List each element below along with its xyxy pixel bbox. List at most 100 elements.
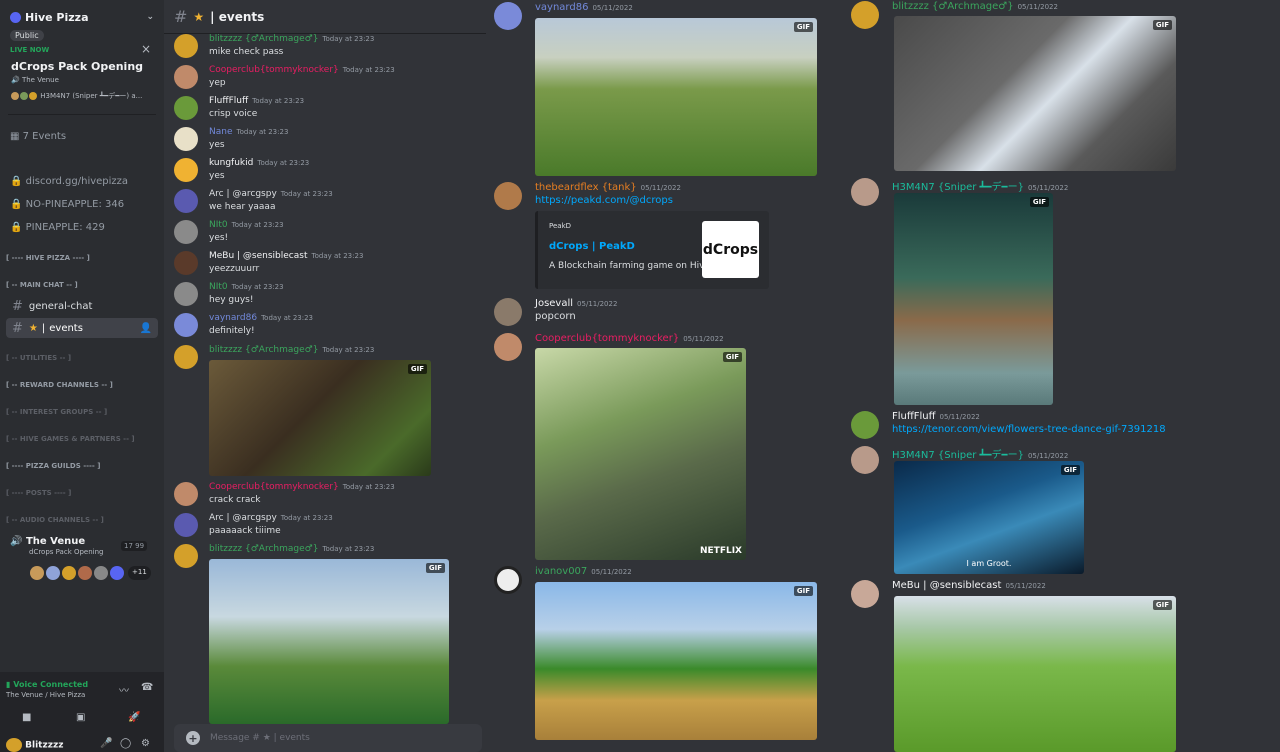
channel-invite[interactable]: 🔒 discord.gg/hivepizza: [10, 176, 128, 187]
avatar[interactable]: [851, 580, 879, 608]
channel-general-chat[interactable]: # general-chat: [6, 296, 158, 316]
gif-image[interactable]: GIF: [894, 16, 1176, 171]
current-username[interactable]: Blitzzzz: [6, 738, 63, 752]
avatar[interactable]: [174, 34, 198, 58]
activity-icon[interactable]: 🚀: [128, 712, 140, 723]
mute-icon[interactable]: 🎤: [100, 738, 112, 749]
message-author[interactable]: thebeardflex {tank} 05/11/2022: [535, 182, 681, 193]
gif-image[interactable]: GIF: [209, 360, 431, 476]
avatar[interactable]: [174, 189, 198, 213]
gif-image[interactable]: GIF: [535, 582, 817, 740]
avatar[interactable]: [174, 282, 198, 306]
avatar[interactable]: [494, 298, 522, 326]
screen-share-icon[interactable]: ▣: [76, 712, 85, 723]
gear-icon[interactable]: ⚙: [141, 738, 150, 749]
category-utilities[interactable]: [ -- UTILITIES -- ]: [6, 354, 71, 362]
avatar[interactable]: [174, 65, 198, 89]
avatar[interactable]: [494, 333, 522, 361]
message-author[interactable]: MeBu | @sensiblecast 05/11/2022: [892, 580, 1046, 591]
message-author[interactable]: Arc | @arcgspy Today at 23:23: [209, 189, 333, 199]
gif-image[interactable]: GIF: [894, 193, 1053, 405]
avatar[interactable]: [30, 566, 44, 580]
message-author[interactable]: FluffFluff Today at 23:23: [209, 96, 304, 106]
server-header[interactable]: Hive Pizza ⌄: [0, 0, 164, 34]
message-author[interactable]: blitzzzz {♂Archmage♂} Today at 23:23: [209, 345, 374, 355]
message-author[interactable]: Nane Today at 23:23: [209, 127, 288, 137]
add-member-icon[interactable]: 👤: [140, 323, 152, 334]
message-author[interactable]: vaynard86 05/11/2022: [535, 2, 633, 13]
avatar[interactable]: [110, 566, 124, 580]
noise-suppression-icon[interactable]: 〰: [119, 682, 129, 697]
message-link[interactable]: https://tenor.com/view/flowers-tree-danc…: [892, 424, 1166, 435]
channel-pineapple[interactable]: 🔒 PINEAPPLE: 429: [10, 222, 105, 233]
avatar[interactable]: [851, 411, 879, 439]
avatar[interactable]: [174, 513, 198, 537]
avatar[interactable]: [851, 446, 879, 474]
category-main-chat[interactable]: [ -- MAIN CHAT -- ]: [6, 281, 78, 289]
category-hive-pizza[interactable]: [ ---- HIVE PIZZA ---- ]: [6, 254, 90, 262]
avatar[interactable]: [494, 566, 522, 594]
avatar[interactable]: [46, 566, 60, 580]
message-author[interactable]: Cooperclub{tommyknocker} Today at 23:23: [209, 482, 395, 492]
avatar[interactable]: [494, 182, 522, 210]
channel-no-pineapple[interactable]: 🔒 NO-PINEAPPLE: 346: [10, 199, 124, 210]
avatar[interactable]: [174, 251, 198, 275]
category-audio-channels[interactable]: [ -- AUDIO CHANNELS -- ]: [6, 516, 104, 524]
message-author[interactable]: NIt0 Today at 23:23: [209, 220, 284, 230]
message-author[interactable]: H3M4N7 {Sniper ┻━デ━ー} 05/11/2022: [892, 446, 1068, 461]
message-author[interactable]: blitzzzz {♂Archmage♂} 05/11/2022: [892, 1, 1058, 12]
avatar[interactable]: [851, 178, 879, 206]
message-author[interactable]: H3M4N7 {Sniper ┻━デ━ー} 05/11/2022: [892, 178, 1068, 193]
message-author[interactable]: Arc | @arcgspy Today at 23:23: [209, 513, 333, 523]
message-link[interactable]: https://peakd.com/@dcrops: [535, 195, 673, 206]
add-attachment-icon[interactable]: +: [186, 731, 200, 745]
gif-image[interactable]: GIF: [535, 18, 817, 176]
channel-events[interactable]: # ★ | events 👤: [6, 318, 158, 338]
category-interest-groups[interactable]: [ -- INTEREST GROUPS -- ]: [6, 408, 107, 416]
message-author[interactable]: vaynard86 Today at 23:23: [209, 313, 313, 323]
embed-title[interactable]: dCrops | PeakD: [549, 241, 635, 252]
event-title[interactable]: dCrops Pack Opening: [11, 60, 143, 73]
category-pizza-guilds[interactable]: [ ---- PIZZA GUILDS ---- ]: [6, 462, 100, 470]
avatar[interactable]: [174, 313, 198, 337]
close-icon[interactable]: ×: [141, 42, 151, 56]
avatar[interactable]: [62, 566, 76, 580]
gif-image[interactable]: GIF I am Groot.: [894, 461, 1084, 574]
message-author[interactable]: NIt0 Today at 23:23: [209, 282, 284, 292]
message-author[interactable]: Josevall 05/11/2022: [535, 298, 617, 309]
avatar[interactable]: [94, 566, 108, 580]
avatar[interactable]: [174, 158, 198, 182]
embed-thumbnail[interactable]: dCrops: [702, 221, 759, 278]
message-author[interactable]: kungfukid Today at 23:23: [209, 158, 309, 168]
avatar[interactable]: [78, 566, 92, 580]
avatar[interactable]: [174, 544, 198, 568]
avatar[interactable]: [174, 127, 198, 151]
gif-image[interactable]: GIF: [894, 596, 1176, 752]
message-author[interactable]: ivanov007 05/11/2022: [535, 566, 632, 577]
message-author[interactable]: MeBu | @sensiblecast Today at 23:23: [209, 251, 363, 261]
link-embed: PeakD dCrops | PeakD A Blockchain farming …: [535, 211, 769, 289]
category-hive-games[interactable]: [ -- HIVE GAMES & PARTNERS -- ]: [6, 435, 135, 443]
message-author[interactable]: Cooperclub{tommyknocker} Today at 23:23: [209, 65, 395, 75]
voice-channel[interactable]: 🔊 The Venue: [10, 536, 85, 547]
message-input[interactable]: + Message # ★ | events: [174, 724, 482, 752]
message-author[interactable]: blitzzzz {♂Archmage♂} Today at 23:23: [209, 544, 374, 554]
chevron-down-icon[interactable]: ⌄: [146, 12, 154, 22]
category-posts[interactable]: [ ---- POSTS ---- ]: [6, 489, 71, 497]
disconnect-icon[interactable]: ☎: [141, 682, 153, 693]
avatar[interactable]: [174, 96, 198, 120]
avatar[interactable]: [851, 1, 879, 29]
avatar[interactable]: [174, 482, 198, 506]
category-reward-channels[interactable]: [ -- REWARD CHANNELS -- ]: [6, 381, 113, 389]
events-link[interactable]: ▦ 7 Events: [10, 131, 66, 142]
message-author[interactable]: FluffFluff 05/11/2022: [892, 411, 980, 422]
avatar[interactable]: [494, 2, 522, 30]
message-author[interactable]: Cooperclub{tommyknocker} 05/11/2022: [535, 333, 724, 344]
headphones-icon[interactable]: ◯: [120, 738, 131, 749]
gif-image[interactable]: GIF NETFLIX: [535, 348, 746, 560]
gif-image[interactable]: GIF: [209, 559, 449, 724]
camera-icon[interactable]: ■: [22, 712, 31, 723]
avatar[interactable]: [174, 345, 198, 369]
message-author[interactable]: blitzzzz {♂Archmage♂} Today at 23:23: [209, 34, 374, 44]
avatar[interactable]: [174, 220, 198, 244]
